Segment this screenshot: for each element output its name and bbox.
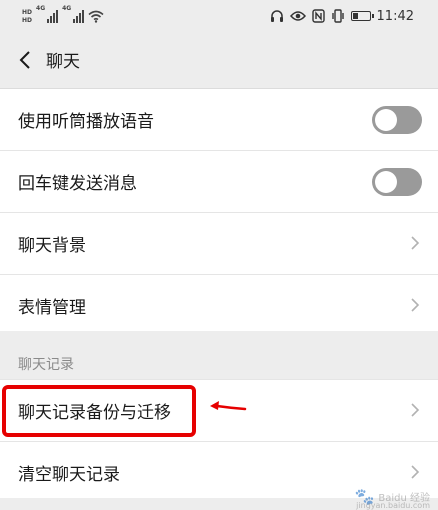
setting-sticker-management[interactable]: 表情管理 <box>0 275 438 336</box>
setting-label: 回车键发送消息 <box>18 174 137 194</box>
network-type-1: 4G <box>36 5 46 12</box>
setting-earpiece-voice[interactable]: 使用听筒播放语音 <box>0 89 438 151</box>
nfc-icon <box>311 9 325 23</box>
status-right: 11:42 <box>270 6 414 26</box>
watermark-url: jingyan.baidu.com <box>356 501 430 510</box>
status-left: HD HD 4G 4G <box>22 5 104 27</box>
chevron-right-icon <box>411 403 420 417</box>
page-title: 聊天 <box>46 52 80 72</box>
chevron-right-icon <box>411 465 420 479</box>
section-header: 聊天记录 <box>0 331 438 380</box>
vibrate-icon <box>331 9 344 23</box>
chevron-right-icon <box>411 236 420 250</box>
network-type-2: 4G <box>62 5 72 12</box>
setting-chat-background[interactable]: 聊天背景 <box>0 213 438 275</box>
chevron-right-icon <box>411 298 420 312</box>
toggle-knob <box>375 171 397 193</box>
setting-label: 表情管理 <box>18 298 86 318</box>
earpiece-toggle[interactable] <box>372 106 422 134</box>
chevron-left-icon[interactable] <box>14 48 38 72</box>
signal-icon <box>73 9 85 23</box>
setting-label: 清空聊天记录 <box>18 465 120 485</box>
hd-label-2: HD <box>22 16 33 24</box>
wifi-icon <box>88 10 104 23</box>
setting-label: 聊天背景 <box>18 236 86 256</box>
status-bar: HD HD 4G 4G 11:42 <box>0 0 438 32</box>
annotation-highlight-box <box>2 385 196 437</box>
annotation-arrow-icon <box>210 401 247 411</box>
settings-group: 使用听筒播放语音 回车键发送消息 聊天背景 表情管理 <box>0 89 438 336</box>
setting-enter-to-send[interactable]: 回车键发送消息 <box>0 151 438 213</box>
enter-send-toggle[interactable] <box>372 168 422 196</box>
headset-icon <box>270 10 283 22</box>
eye-icon <box>289 11 306 21</box>
nav-bar: 聊天 <box>0 32 438 89</box>
signal-icon <box>47 9 59 23</box>
battery-icon <box>350 11 374 21</box>
toggle-knob <box>375 109 397 131</box>
setting-label: 使用听筒播放语音 <box>18 112 154 132</box>
hd-indicators: HD HD <box>22 9 32 24</box>
section-title: 聊天记录 <box>18 357 74 373</box>
watermark: 🐾 Baidu 经验 jingyan.baidu.com <box>354 487 430 510</box>
status-time: 11:42 <box>376 8 414 24</box>
hd-label-1: HD <box>22 8 33 16</box>
